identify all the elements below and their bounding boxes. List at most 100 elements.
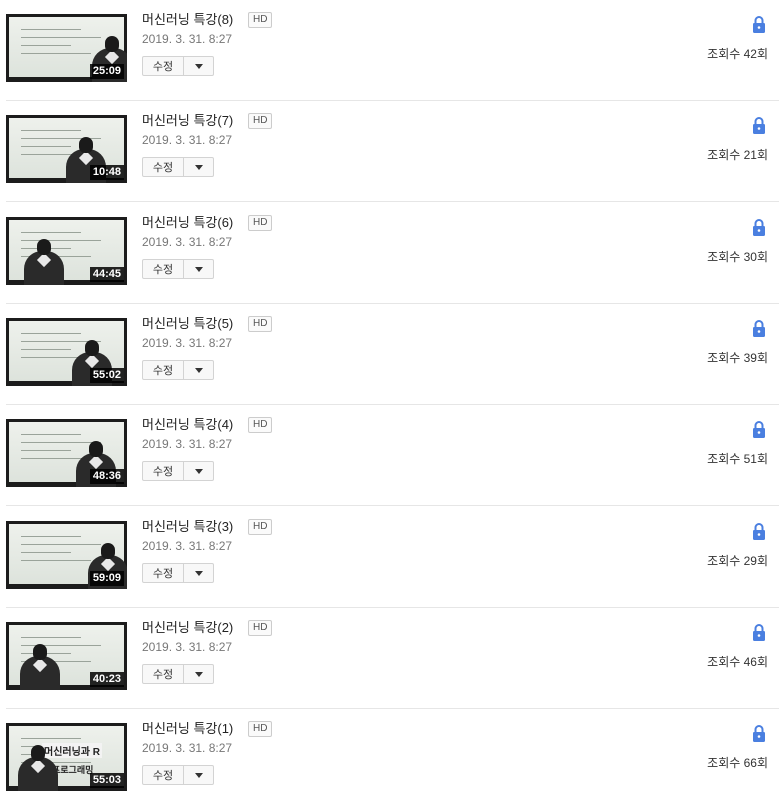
chevron-down-icon bbox=[194, 671, 203, 677]
video-row: 48:36 머신러닝 특강(4) HD 2019. 3. 31. 8:27 수정… bbox=[0, 405, 779, 506]
edit-button-group: 수정 bbox=[142, 461, 214, 481]
video-duration: 10:48 bbox=[89, 165, 124, 180]
video-thumbnail[interactable]: 59:09 bbox=[6, 521, 127, 589]
edit-button-group: 수정 bbox=[142, 157, 214, 177]
view-count: 조회수 51회 bbox=[707, 452, 768, 466]
lock-icon[interactable] bbox=[752, 16, 766, 33]
hd-badge: HD bbox=[248, 215, 273, 231]
lock-icon[interactable] bbox=[752, 624, 766, 641]
edit-options-dropdown[interactable] bbox=[184, 360, 214, 380]
video-duration: 44:45 bbox=[89, 267, 124, 282]
video-thumbnail[interactable]: 머신러닝과 R 프로그래밍 55:03 bbox=[6, 723, 127, 791]
lock-icon[interactable] bbox=[752, 725, 766, 742]
video-row: 55:02 머신러닝 특강(5) HD 2019. 3. 31. 8:27 수정… bbox=[0, 304, 779, 405]
lock-icon[interactable] bbox=[752, 421, 766, 438]
video-title[interactable]: 머신러닝 특강(7) bbox=[142, 113, 233, 129]
chevron-down-icon bbox=[194, 772, 203, 778]
chevron-down-icon bbox=[194, 164, 203, 170]
video-date: 2019. 3. 31. 8:27 bbox=[142, 539, 233, 553]
hd-badge: HD bbox=[248, 113, 273, 129]
video-title[interactable]: 머신러닝 특강(3) bbox=[142, 519, 233, 535]
edit-button-group: 수정 bbox=[142, 563, 214, 583]
edit-options-dropdown[interactable] bbox=[184, 259, 214, 279]
view-count: 조회수 46회 bbox=[707, 655, 768, 669]
video-thumbnail[interactable]: 40:23 bbox=[6, 622, 127, 690]
lock-icon[interactable] bbox=[752, 523, 766, 540]
video-row: 40:23 머신러닝 특강(2) HD 2019. 3. 31. 8:27 수정… bbox=[0, 608, 779, 709]
edit-button-group: 수정 bbox=[142, 664, 214, 684]
video-duration: 48:36 bbox=[89, 469, 124, 484]
view-count: 조회수 30회 bbox=[707, 250, 768, 264]
video-date: 2019. 3. 31. 8:27 bbox=[142, 235, 233, 249]
row-divider bbox=[6, 201, 779, 202]
lock-icon[interactable] bbox=[752, 117, 766, 134]
video-date: 2019. 3. 31. 8:27 bbox=[142, 741, 233, 755]
video-date: 2019. 3. 31. 8:27 bbox=[142, 133, 233, 147]
edit-options-dropdown[interactable] bbox=[184, 664, 214, 684]
edit-button-group: 수정 bbox=[142, 360, 214, 380]
video-row: 머신러닝과 R 프로그래밍 55:03 머신러닝 특강(1) HD 2019. … bbox=[0, 709, 779, 804]
chevron-down-icon bbox=[194, 266, 203, 272]
chevron-down-icon bbox=[194, 63, 203, 69]
video-date: 2019. 3. 31. 8:27 bbox=[142, 32, 233, 46]
video-date: 2019. 3. 31. 8:27 bbox=[142, 640, 233, 654]
hd-badge: HD bbox=[248, 721, 273, 737]
edit-button[interactable]: 수정 bbox=[142, 664, 184, 684]
video-thumbnail[interactable]: 25:09 bbox=[6, 14, 127, 82]
video-title[interactable]: 머신러닝 특강(8) bbox=[142, 12, 233, 28]
edit-options-dropdown[interactable] bbox=[184, 461, 214, 481]
chevron-down-icon bbox=[194, 468, 203, 474]
video-title[interactable]: 머신러닝 특강(5) bbox=[142, 316, 233, 332]
edit-button[interactable]: 수정 bbox=[142, 259, 184, 279]
video-thumbnail[interactable]: 44:45 bbox=[6, 217, 127, 285]
view-count: 조회수 29회 bbox=[707, 554, 768, 568]
video-title[interactable]: 머신러닝 특강(4) bbox=[142, 417, 233, 433]
video-title[interactable]: 머신러닝 특강(6) bbox=[142, 215, 233, 231]
hd-badge: HD bbox=[248, 620, 273, 636]
hd-badge: HD bbox=[248, 417, 273, 433]
row-divider bbox=[6, 505, 779, 506]
thumbnail-title-text: 머신러닝과 R bbox=[42, 743, 102, 758]
view-count: 조회수 39회 bbox=[707, 351, 768, 365]
hd-badge: HD bbox=[248, 519, 273, 535]
view-count: 조회수 66회 bbox=[707, 756, 768, 770]
hd-badge: HD bbox=[248, 316, 273, 332]
video-row: 44:45 머신러닝 특강(6) HD 2019. 3. 31. 8:27 수정… bbox=[0, 203, 779, 304]
video-title[interactable]: 머신러닝 특강(2) bbox=[142, 620, 233, 636]
edit-options-dropdown[interactable] bbox=[184, 56, 214, 76]
video-duration: 55:03 bbox=[89, 773, 124, 788]
video-row: 10:48 머신러닝 특강(7) HD 2019. 3. 31. 8:27 수정… bbox=[0, 101, 779, 202]
lock-icon[interactable] bbox=[752, 219, 766, 236]
video-thumbnail[interactable]: 48:36 bbox=[6, 419, 127, 487]
hd-badge: HD bbox=[248, 12, 273, 28]
view-count: 조회수 21회 bbox=[707, 148, 768, 162]
video-date: 2019. 3. 31. 8:27 bbox=[142, 336, 233, 350]
chevron-down-icon bbox=[194, 367, 203, 373]
chevron-down-icon bbox=[194, 570, 203, 576]
video-title[interactable]: 머신러닝 특강(1) bbox=[142, 721, 233, 737]
lock-icon[interactable] bbox=[752, 320, 766, 337]
thumbnail-subtitle-text: 프로그래밍 bbox=[52, 765, 94, 775]
edit-options-dropdown[interactable] bbox=[184, 157, 214, 177]
edit-button-group: 수정 bbox=[142, 56, 214, 76]
edit-button[interactable]: 수정 bbox=[142, 360, 184, 380]
video-duration: 40:23 bbox=[89, 672, 124, 687]
video-thumbnail[interactable]: 55:02 bbox=[6, 318, 127, 386]
video-row: 25:09 머신러닝 특강(8) HD 2019. 3. 31. 8:27 수정… bbox=[0, 0, 779, 101]
edit-button[interactable]: 수정 bbox=[142, 563, 184, 583]
video-list: 25:09 머신러닝 특강(8) HD 2019. 3. 31. 8:27 수정… bbox=[0, 0, 779, 804]
edit-button[interactable]: 수정 bbox=[142, 461, 184, 481]
video-date: 2019. 3. 31. 8:27 bbox=[142, 437, 233, 451]
video-duration: 55:02 bbox=[89, 368, 124, 383]
edit-button[interactable]: 수정 bbox=[142, 56, 184, 76]
edit-options-dropdown[interactable] bbox=[184, 765, 214, 785]
video-thumbnail[interactable]: 10:48 bbox=[6, 115, 127, 183]
edit-button-group: 수정 bbox=[142, 765, 214, 785]
edit-button-group: 수정 bbox=[142, 259, 214, 279]
view-count: 조회수 42회 bbox=[707, 47, 768, 61]
video-duration: 25:09 bbox=[89, 64, 124, 79]
edit-button[interactable]: 수정 bbox=[142, 765, 184, 785]
edit-button[interactable]: 수정 bbox=[142, 157, 184, 177]
edit-options-dropdown[interactable] bbox=[184, 563, 214, 583]
video-duration: 59:09 bbox=[89, 571, 124, 586]
